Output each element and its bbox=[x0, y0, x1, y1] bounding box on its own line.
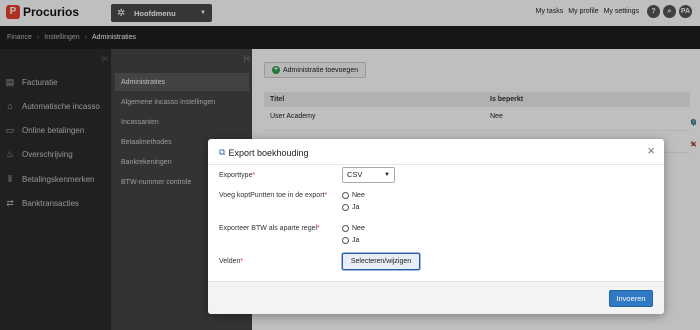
exporttype-label: Exporttype* bbox=[219, 172, 255, 179]
required-mark: * bbox=[317, 225, 320, 232]
submit-button[interactable]: Invoeren bbox=[609, 290, 653, 307]
radio-label: Ja bbox=[352, 204, 360, 211]
radio-label: Ja bbox=[352, 237, 360, 244]
btw-label: Exporteer BTW als aparte regel* bbox=[219, 225, 320, 232]
exporttype-select[interactable]: CSV ▼ bbox=[342, 167, 395, 183]
export-icon: ⧉ bbox=[219, 147, 226, 157]
close-icon[interactable]: × bbox=[647, 144, 655, 158]
koptekst-radio-ja[interactable]: Ja bbox=[342, 204, 359, 211]
required-mark: * bbox=[252, 172, 256, 179]
radio-circle[interactable] bbox=[342, 192, 349, 199]
radio-label: Nee bbox=[352, 225, 365, 232]
koptekst-label: Voeg koptPuntten toe in de export* bbox=[219, 192, 327, 199]
exporttype-value: CSV bbox=[347, 170, 363, 179]
modal-title-text: Export boekhouding bbox=[228, 147, 309, 158]
modal-header: ⧉ Export boekhouding × bbox=[208, 139, 664, 165]
export-modal: ⧉ Export boekhouding × Exporttype* CSV ▼… bbox=[208, 139, 664, 314]
velden-label: Velden* bbox=[219, 258, 243, 265]
velden-label-text: Velden bbox=[219, 258, 241, 265]
select-fields-button[interactable]: Selecteren/wijzigen bbox=[342, 253, 420, 270]
modal-title: ⧉ Export boekhouding bbox=[219, 147, 309, 158]
modal-footer: Invoeren bbox=[208, 281, 664, 314]
koptekst-label-text: Voeg koptPuntten toe in de export bbox=[219, 192, 325, 199]
koptekst-radio-nee[interactable]: Nee bbox=[342, 192, 365, 199]
radio-circle[interactable] bbox=[342, 204, 349, 211]
required-mark: * bbox=[324, 192, 328, 199]
btw-label-text: Exporteer BTW als aparte regel bbox=[219, 225, 318, 232]
radio-circle[interactable] bbox=[342, 225, 349, 232]
radio-circle[interactable] bbox=[342, 237, 349, 244]
exporttype-label-text: Exporttype bbox=[219, 172, 253, 179]
btw-radio-nee[interactable]: Nee bbox=[342, 225, 365, 232]
radio-label: Nee bbox=[352, 192, 365, 199]
required-mark: * bbox=[240, 258, 244, 265]
btw-radio-ja[interactable]: Ja bbox=[342, 237, 359, 244]
chevron-down-icon: ▼ bbox=[384, 172, 390, 178]
